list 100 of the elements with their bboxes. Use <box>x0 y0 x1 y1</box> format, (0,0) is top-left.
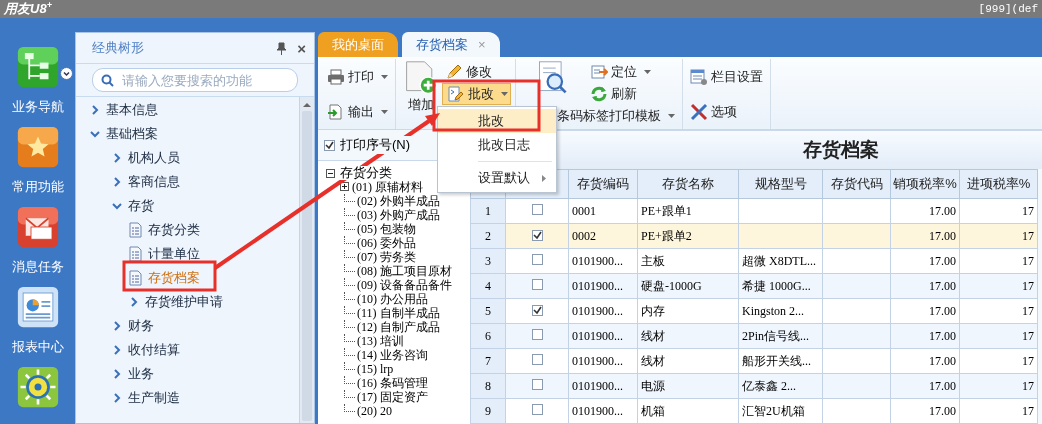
nav-label[interactable]: 消息任务 <box>11 258 64 276</box>
checkbox[interactable] <box>531 328 543 340</box>
checkbox[interactable] <box>531 353 543 365</box>
chevron-icon[interactable] <box>129 297 139 307</box>
search-field[interactable]: 请输入您要搜索的功能 <box>92 68 298 92</box>
export-icon <box>327 102 345 121</box>
tree-item[interactable]: (07) 劳务类 <box>357 250 416 264</box>
tree-item[interactable]: (13) 培训 <box>357 334 404 348</box>
tree-item[interactable]: (14) 业务咨询 <box>357 348 428 362</box>
toolbar-button[interactable]: 栏目设置 <box>687 65 766 88</box>
checkbox[interactable] <box>531 403 543 415</box>
column-header[interactable]: 进项税率% <box>959 169 1038 199</box>
chevron-icon[interactable] <box>90 105 100 115</box>
chevron-icon[interactable] <box>90 130 100 138</box>
checkbox-label[interactable]: 打印序号(N) <box>339 136 412 154</box>
tree-item[interactable]: (09) 设备备品备件 <box>357 278 452 292</box>
tree-item[interactable]: 客商信息 <box>128 173 180 191</box>
toolbar-button[interactable]: 选项 <box>687 100 766 123</box>
chevron-icon[interactable] <box>112 369 122 379</box>
tree-item[interactable]: 计量单位 <box>148 245 200 263</box>
chevron-icon[interactable] <box>112 202 122 210</box>
toolbar-button[interactable]: 打印 <box>324 65 391 88</box>
nav-label[interactable]: 常用功能 <box>11 178 64 196</box>
tree-item[interactable]: 收付结算 <box>128 341 180 359</box>
toolbar-button[interactable]: 定位 <box>586 61 678 83</box>
tree-item[interactable]: (03) 外购产成品 <box>357 208 440 222</box>
dropdown-icon[interactable] <box>60 67 73 80</box>
document-icon <box>129 246 142 262</box>
tree-item[interactable]: 存货分类 <box>148 221 200 239</box>
checkbox[interactable] <box>531 378 543 390</box>
menu-item[interactable]: 设置默认 <box>438 166 556 190</box>
report-icon[interactable] <box>16 284 59 330</box>
column-header[interactable]: 销项税率% <box>890 169 960 199</box>
table-row[interactable]: 2 0002 PE+跟单2 17.00 17 <box>470 223 1038 249</box>
tree-item[interactable]: 存货维护申请 <box>145 293 223 311</box>
tab[interactable]: 存货档案 × <box>402 32 500 57</box>
column-header[interactable]: 存货代码 <box>822 169 891 199</box>
chevron-icon[interactable] <box>112 393 122 403</box>
nav-label[interactable]: 业务导航 <box>11 98 64 116</box>
column-header[interactable]: 规格型号 <box>738 169 823 199</box>
checkbox[interactable] <box>531 203 543 215</box>
nav-label[interactable]: 报表中心 <box>11 338 64 356</box>
tree-item[interactable]: (06) 委外品 <box>357 236 416 250</box>
scrollbar[interactable] <box>299 97 314 423</box>
checkbox[interactable] <box>531 229 543 241</box>
toolbar-button[interactable]: 修改 <box>442 61 511 83</box>
chevron-icon[interactable] <box>112 177 122 187</box>
tree-item[interactable]: (20) 20 <box>357 404 392 418</box>
tree-item[interactable]: (15) lrp <box>357 362 394 376</box>
tree-item[interactable]: (05) 包装物 <box>357 222 416 236</box>
gear-icon[interactable] <box>16 364 59 410</box>
caret-icon <box>643 70 651 74</box>
toolbar-button[interactable]: 输出 <box>324 100 391 123</box>
table-row[interactable]: 8 0101900... 电源 亿泰鑫 2... 17.00 17 <box>470 373 1038 399</box>
toolbar-button[interactable]: 批改 <box>442 83 511 105</box>
tree-item[interactable]: (17) 固定资产 <box>357 390 428 404</box>
pin-icon[interactable] <box>276 41 288 55</box>
table-cell: PE+跟单2 <box>637 223 739 249</box>
toolbar-button[interactable]: 刷新 <box>586 83 678 105</box>
checkbox[interactable] <box>324 139 335 151</box>
tree-item[interactable]: (10) 办公用品 <box>357 292 428 306</box>
table-cell: 主板 <box>637 248 739 274</box>
tree-item[interactable]: (11) 自制半成品 <box>357 306 440 320</box>
table-row[interactable]: 4 0101900... 硬盘-1000G 希捷 1000G... 17.00 17 <box>470 273 1038 299</box>
checkbox[interactable] <box>531 304 543 316</box>
chevron-icon[interactable] <box>112 153 122 163</box>
table-row[interactable]: 6 0101900... 线材 2Pin信号线... 17.00 17 <box>470 323 1038 349</box>
expand-icon[interactable] <box>340 182 349 191</box>
tree-item[interactable]: (12) 自制产成品 <box>357 320 440 334</box>
close-icon[interactable]: × <box>297 40 306 56</box>
row-number: 8 <box>470 373 506 399</box>
tree-item[interactable]: 存货 <box>128 197 154 215</box>
toolbar-button[interactable]: 条码标签打印模板 <box>554 105 678 127</box>
tree-item[interactable]: (16) 条码管理 <box>357 376 428 390</box>
tree-item[interactable]: 机构人员 <box>128 149 180 167</box>
tree-item[interactable]: 业务 <box>128 365 154 383</box>
scroll-up-icon[interactable] <box>303 101 311 109</box>
tree-item[interactable]: (08) 施工项目原材 <box>357 264 452 278</box>
tree-item[interactable]: (02) 外购半成品 <box>357 194 440 208</box>
table-cell: 17 <box>959 198 1038 224</box>
column-header[interactable]: 存货编码 <box>568 169 638 199</box>
checkbox[interactable] <box>531 278 543 290</box>
tree-item[interactable]: 生产制造 <box>128 389 180 407</box>
table-row[interactable]: 5 0101900... 内存 Kingston 2... 17.00 17 <box>470 298 1038 324</box>
star-folder-icon[interactable] <box>16 124 59 170</box>
tree-item[interactable]: 基础档案 <box>106 125 158 143</box>
chevron-icon[interactable] <box>112 345 122 355</box>
tree-item[interactable]: (01) 原辅材料 <box>352 180 423 194</box>
chevron-icon[interactable] <box>112 321 122 331</box>
table-row[interactable]: 7 0101900... 线材 船形开关线... 17.00 17 <box>470 348 1038 374</box>
table-row[interactable]: 3 0101900... 主板 超微 X8DTL... 17.00 17 <box>470 248 1038 274</box>
folder-tree-icon[interactable] <box>16 44 59 90</box>
column-header[interactable]: 存货名称 <box>637 169 739 199</box>
table-row[interactable]: 9 0101900... 机箱 汇智2U机箱 17.00 17 <box>470 398 1038 424</box>
table-row[interactable]: 1 0001 PE+跟单1 17.00 17 <box>470 198 1038 224</box>
checkbox[interactable] <box>531 253 543 265</box>
tree-item[interactable]: 财务 <box>128 317 154 335</box>
collapse-icon[interactable] <box>326 168 335 178</box>
mail-icon[interactable] <box>16 204 59 250</box>
tree-item[interactable]: 基本信息 <box>106 101 158 119</box>
